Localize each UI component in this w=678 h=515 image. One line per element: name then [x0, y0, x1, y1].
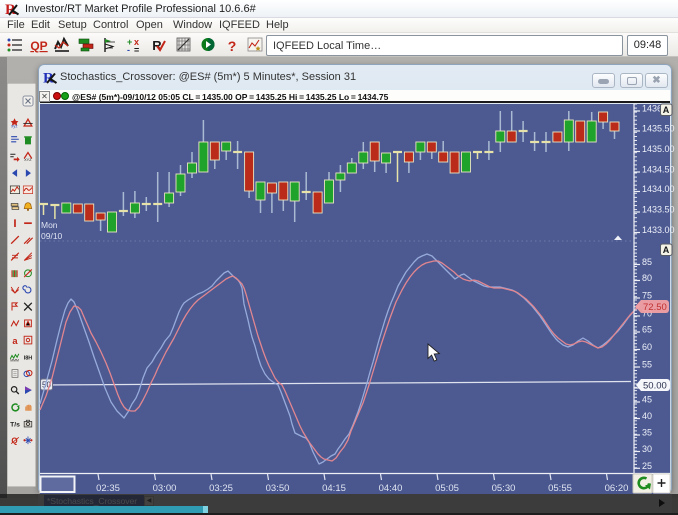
svg-text:45: 45: [642, 395, 652, 405]
svg-text:-: -: [127, 45, 130, 54]
svg-text:R: R: [152, 38, 162, 53]
svg-text:04:40: 04:40: [379, 483, 403, 494]
svg-text:T/s: T/s: [10, 422, 20, 429]
svg-text:05:05: 05:05: [435, 483, 459, 494]
svg-text:=: =: [134, 45, 139, 54]
svg-text:XYZ: XYZ: [24, 158, 32, 162]
svg-text:03:00: 03:00: [153, 483, 177, 494]
svg-text:1436: 1436: [642, 104, 662, 114]
svg-text:a: a: [12, 336, 18, 346]
svg-text:30: 30: [642, 444, 652, 454]
svg-text:40: 40: [642, 411, 652, 421]
svg-text:85: 85: [642, 257, 652, 267]
svg-text:1433.00: 1433.00: [642, 225, 675, 235]
svg-text:A: A: [663, 105, 670, 115]
svg-text:A: A: [663, 245, 670, 255]
svg-text:04:15: 04:15: [322, 483, 346, 494]
svg-text:55: 55: [642, 360, 652, 370]
svg-text:09/10: 09/10: [41, 231, 63, 241]
svg-text:05:55: 05:55: [548, 483, 572, 494]
svg-text:65: 65: [642, 325, 652, 335]
svg-text:Mon: Mon: [41, 220, 58, 230]
svg-text:06:20: 06:20: [605, 483, 629, 494]
svg-text:60: 60: [642, 342, 652, 352]
svg-text:50.00: 50.00: [643, 381, 667, 392]
svg-text:1434.00: 1434.00: [642, 184, 675, 194]
svg-text:03:25: 03:25: [209, 483, 233, 494]
svg-text:MMM: MMM: [10, 358, 19, 362]
svg-text:?: ?: [228, 38, 237, 54]
svg-text:xyz: xyz: [11, 124, 17, 129]
svg-text:1434.50: 1434.50: [642, 165, 675, 175]
svg-text:80: 80: [642, 273, 652, 283]
svg-text:05:30: 05:30: [492, 483, 516, 494]
svg-text:1435.00: 1435.00: [642, 144, 675, 154]
svg-text:35: 35: [642, 428, 652, 438]
svg-text:75: 75: [642, 291, 652, 301]
svg-text:1433.50: 1433.50: [642, 205, 675, 215]
svg-text:QP: QP: [30, 39, 47, 53]
svg-text:25: 25: [642, 461, 652, 471]
svg-text:03:50: 03:50: [266, 483, 290, 494]
svg-text:1435.50: 1435.50: [642, 124, 675, 134]
svg-text:I8H: I8H: [24, 355, 33, 361]
svg-text:02:35: 02:35: [96, 483, 120, 494]
svg-text:72.50: 72.50: [643, 302, 667, 313]
